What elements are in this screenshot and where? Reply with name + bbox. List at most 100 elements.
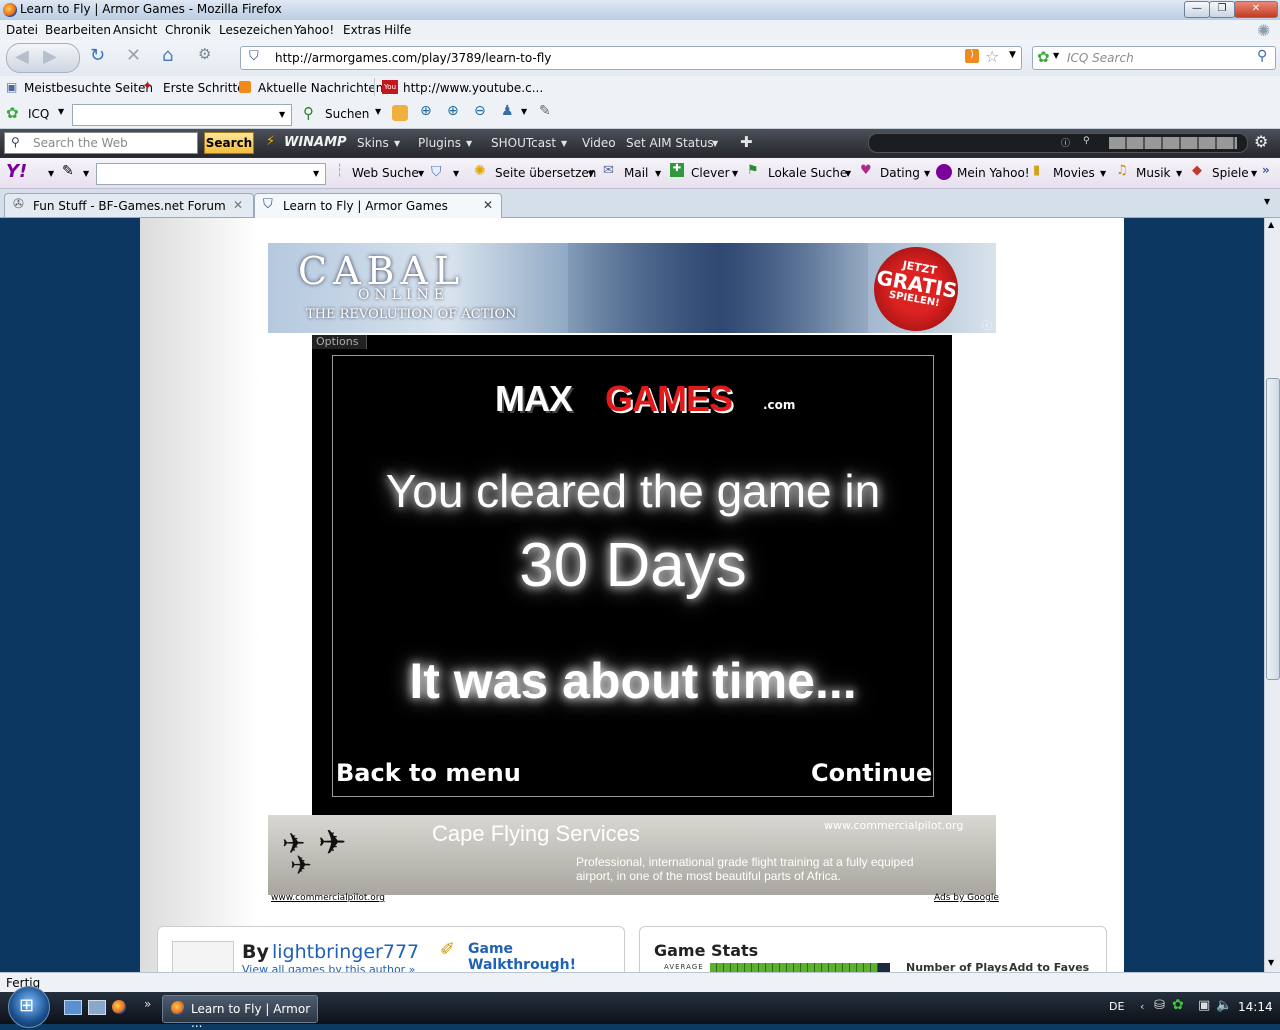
- star-icon[interactable]: ☆: [985, 47, 999, 66]
- reload-icon[interactable]: ↻: [90, 45, 105, 66]
- info-icon[interactable]: ⓘ: [1061, 136, 1070, 149]
- web-suche-dropdown-icon[interactable]: ▼: [418, 169, 424, 178]
- zoom-in-icon[interactable]: ⊕: [447, 103, 459, 119]
- pencil-icon[interactable]: ✎: [62, 163, 74, 179]
- scrollbar-thumb[interactable]: [1266, 378, 1280, 680]
- plugins-dropdown-icon[interactable]: ▼: [466, 139, 472, 148]
- addon-icon[interactable]: ⚙: [198, 45, 211, 63]
- icq-dropdown-icon[interactable]: ▼: [58, 107, 64, 116]
- yahoo-web-suche[interactable]: Web Suche: [352, 166, 419, 180]
- yahoo-dating[interactable]: Dating: [880, 166, 920, 180]
- taskbar-firefox-task[interactable]: Learn to Fly | Armor ...: [162, 995, 318, 1030]
- monitor-tray-icon[interactable]: ▣: [1198, 998, 1210, 1013]
- winamp-shoutcast[interactable]: SHOUTcast: [491, 136, 556, 150]
- tab-close-icon[interactable]: ✕: [233, 198, 243, 212]
- close-button[interactable]: ✕: [1234, 1, 1278, 18]
- rss-icon[interactable]: ): [965, 49, 979, 63]
- yahoo-lokale-suche[interactable]: Lokale Suche: [768, 166, 847, 180]
- yahoo-dropdown-icon[interactable]: ▼: [48, 169, 54, 178]
- menu-chronik[interactable]: Chronik: [165, 23, 211, 37]
- cape-flying-ad[interactable]: ✈ ✈ ✈ Cape Flying Services www.commercia…: [268, 815, 996, 895]
- menu-lesezeichen[interactable]: Lesezeichen: [219, 23, 293, 37]
- yahoo-logo-icon[interactable]: Y!: [6, 161, 27, 182]
- yahoo-movies[interactable]: Movies: [1053, 166, 1095, 180]
- shoutcast-dropdown-icon[interactable]: ▼: [561, 139, 567, 148]
- tab-close-icon[interactable]: ✕: [483, 198, 493, 212]
- tab-list-dropdown-icon[interactable]: ▼: [1264, 197, 1270, 206]
- scroll-up-icon[interactable]: ▲: [1268, 220, 1274, 229]
- quicklaunch-more-icon[interactable]: »: [144, 997, 151, 1011]
- forward-arrow-icon[interactable]: ▶: [43, 46, 57, 67]
- cabal-ad-banner[interactable]: CABAL ONLINE THE REVOLUTION OF ACTION JE…: [268, 243, 996, 333]
- scroll-down-icon[interactable]: ▼: [1268, 958, 1274, 967]
- add-to-faves-label[interactable]: Add to Faves: [1009, 961, 1089, 972]
- spiele-dropdown-icon[interactable]: ▼: [1251, 169, 1257, 178]
- zoom-out-icon[interactable]: ⊖: [474, 103, 486, 119]
- aim-dropdown-icon[interactable]: ▼: [712, 139, 718, 148]
- menu-bearbeiten[interactable]: Bearbeiten: [45, 23, 111, 37]
- translate-icon[interactable]: [392, 105, 408, 121]
- home-icon[interactable]: ⌂: [162, 45, 173, 66]
- winamp-plugins[interactable]: Plugins: [418, 136, 461, 150]
- movies-dropdown-icon[interactable]: ▼: [1100, 169, 1106, 178]
- settings-gear-icon[interactable]: ⚙: [1254, 132, 1268, 151]
- icq-search-input[interactable]: ▼: [72, 104, 292, 126]
- dating-dropdown-icon[interactable]: ▼: [924, 169, 930, 178]
- icq-label[interactable]: ICQ: [28, 107, 49, 121]
- winamp-video[interactable]: Video: [582, 136, 616, 150]
- bookmark-meistbesuchte[interactable]: Meistbesuchte Seiten: [24, 81, 153, 95]
- search-engine-dropdown-icon[interactable]: ▼: [1053, 51, 1059, 60]
- menu-yahoo[interactable]: Yahoo!: [294, 23, 334, 37]
- user-dropdown-icon[interactable]: ▼: [521, 107, 527, 116]
- game-walkthrough-link[interactable]: Game Walkthrough!: [468, 941, 624, 972]
- tab-armor-games[interactable]: ⛉ Learn to Fly | Armor Games ✕: [254, 193, 502, 218]
- ads-by-google-link[interactable]: Ads by Google: [934, 893, 999, 903]
- switch-windows-icon[interactable]: [88, 1000, 106, 1015]
- zoom-icon[interactable]: ⊕: [420, 103, 432, 119]
- yahoo-mail[interactable]: Mail: [624, 166, 648, 180]
- shield-dropdown-icon[interactable]: ▼: [453, 169, 459, 178]
- tray-expand-icon[interactable]: ‹: [1140, 1000, 1144, 1013]
- icq-search-dropdown-icon[interactable]: ▼: [279, 110, 285, 119]
- shield-icon[interactable]: ⛉: [431, 164, 442, 180]
- url-dropdown-icon[interactable]: ▼: [1009, 50, 1016, 60]
- search-box[interactable]: ✿ ▼ ICQ Search ⚲: [1032, 46, 1276, 70]
- more-chevron-icon[interactable]: »: [1262, 163, 1270, 177]
- menu-datei[interactable]: Datei: [6, 23, 38, 37]
- show-desktop-icon[interactable]: [64, 1000, 82, 1015]
- winamp-logo[interactable]: WINAMP: [284, 135, 347, 150]
- web-search-button[interactable]: Search: [204, 132, 254, 154]
- yahoo-clever[interactable]: Clever: [691, 166, 730, 180]
- web-search-input[interactable]: ⚲ Search the Web: [4, 132, 198, 154]
- yahoo-uebersetzen[interactable]: Seite übersetzen: [495, 166, 596, 180]
- menu-extras[interactable]: Extras: [343, 23, 381, 37]
- clever-dropdown-icon[interactable]: ▼: [732, 169, 738, 178]
- pencil-dropdown-icon[interactable]: ▼: [83, 169, 89, 178]
- stop-icon[interactable]: ✕: [126, 45, 141, 66]
- back-arrow-icon[interactable]: ◀: [15, 46, 29, 67]
- ad-info-icon[interactable]: ⓘ: [982, 317, 992, 332]
- tab-bf-games[interactable]: ✇ Fun Stuff - BF-Games.net Forum ✕: [4, 193, 254, 217]
- url-bar[interactable]: ⛉ http://armorgames.com/play/3789/learn-…: [240, 46, 1022, 70]
- icq-search-button[interactable]: Suchen: [325, 107, 369, 121]
- continue-button[interactable]: Continue: [811, 759, 932, 787]
- language-indicator[interactable]: DE: [1109, 1000, 1124, 1013]
- icq-search-options-icon[interactable]: ▼: [375, 107, 381, 116]
- cape-ad-footer-link[interactable]: www.commercialpilot.org: [271, 893, 385, 903]
- yahoo-musik[interactable]: Musik: [1136, 166, 1171, 180]
- yahoo-mein-yahoo[interactable]: Mein Yahoo!: [957, 166, 1030, 180]
- menu-hilfe[interactable]: Hilfe: [384, 23, 411, 37]
- winamp-aim-status[interactable]: Set AIM Status: [626, 136, 714, 150]
- menu-ansicht[interactable]: Ansicht: [113, 23, 157, 37]
- uebersetzen-dropdown-icon[interactable]: ▼: [588, 169, 594, 178]
- bookmark-nachrichten[interactable]: Aktuelle Nachrichten: [258, 81, 383, 95]
- start-button[interactable]: ⊞: [8, 986, 50, 1028]
- icq-tray-icon[interactable]: ✿: [1172, 997, 1184, 1013]
- back-to-menu-button[interactable]: Back to menu: [336, 759, 521, 787]
- musik-dropdown-icon[interactable]: ▼: [1176, 169, 1182, 178]
- player-buttons[interactable]: [1109, 137, 1237, 149]
- maxgames-logo[interactable]: MAX GAMES .com: [495, 372, 795, 428]
- eraser-icon[interactable]: ✎: [539, 103, 551, 119]
- search-icon[interactable]: ⚲: [1257, 48, 1267, 64]
- bookmark-youtube[interactable]: http://www.youtube.c...: [403, 81, 543, 95]
